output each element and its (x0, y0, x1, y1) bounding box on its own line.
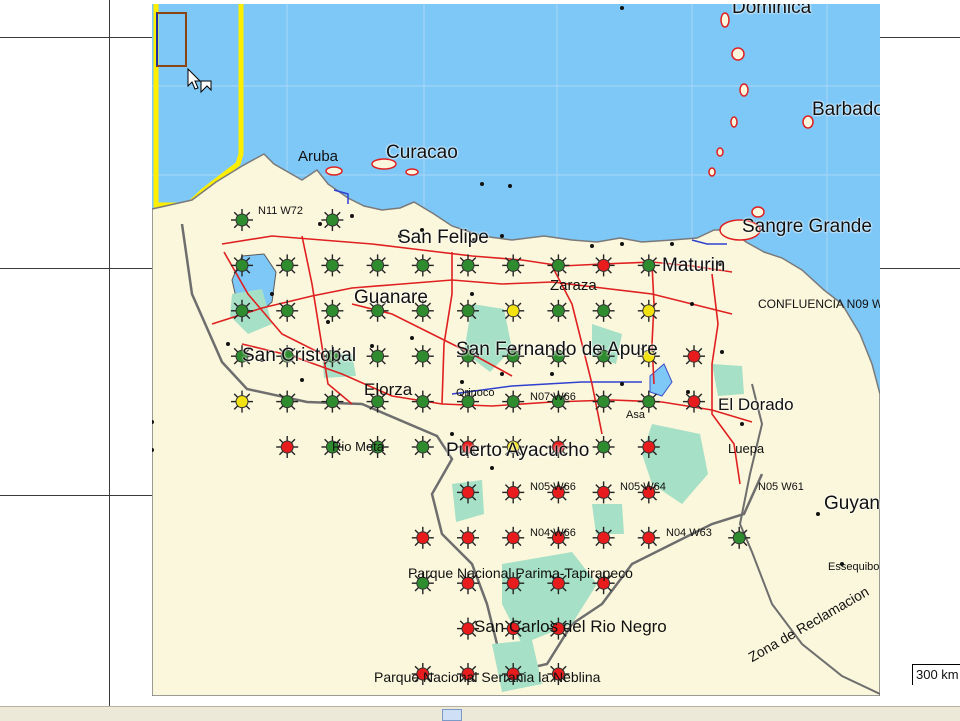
map-label: El Dorado (718, 395, 794, 414)
map-label: Guyana (824, 493, 880, 514)
map-label: Guanare (354, 287, 428, 308)
gps-map-application: Dominica Barbados Aruba Curacao Sangre G… (0, 0, 960, 721)
grid-line (0, 268, 152, 269)
confluence-marker[interactable] (502, 481, 525, 504)
confluence-marker[interactable] (321, 209, 344, 231)
map-label: N04 W66 (530, 527, 576, 539)
map-label: N07 W66 (530, 391, 576, 403)
confluence-marker[interactable] (637, 254, 660, 277)
confluence-marker[interactable] (547, 299, 570, 322)
map-label: San Carlos del Rio Negro (474, 617, 667, 636)
zoom-selection-box[interactable] (156, 12, 187, 67)
confluence-marker[interactable] (728, 526, 751, 549)
map-label: Curacao (386, 142, 458, 163)
confluence-marker[interactable] (231, 209, 253, 231)
map-label: Rio Meta (332, 439, 385, 454)
confluence-marker[interactable] (276, 299, 299, 322)
grid-line (0, 37, 152, 38)
confluence-marker[interactable] (502, 254, 525, 277)
confluence-marker[interactable] (276, 254, 299, 277)
map-label: Elorza (364, 380, 413, 399)
map-label: Aruba (298, 148, 339, 165)
map-label: N05 W64 (620, 481, 666, 493)
confluence-marker[interactable] (637, 526, 660, 549)
confluence-marker[interactable] (683, 390, 705, 413)
confluence-marker[interactable] (411, 345, 434, 368)
confluence-marker[interactable] (276, 390, 299, 413)
scrollbar-thumb[interactable] (442, 709, 462, 721)
confluence-marker[interactable] (411, 436, 434, 458)
grid-line (109, 0, 110, 706)
confluence-marker[interactable] (592, 299, 615, 322)
map-label: Luepa (728, 441, 765, 456)
confluence-marker[interactable] (683, 345, 705, 368)
confluence-marker[interactable] (502, 299, 525, 322)
map-label: Maturin (662, 255, 726, 276)
map-label: Barbados (812, 99, 880, 120)
map-label: N04 W63 (666, 527, 712, 539)
map-label: Zaraza (550, 277, 597, 294)
map-label: Puerto Ayacucho (446, 440, 590, 461)
map-label: Parque Nacional Serrania la Neblina (374, 669, 601, 685)
confluence-marker[interactable] (637, 436, 660, 458)
map-label: Parque Nacional Parima-Tapirapeco (408, 565, 633, 581)
map-label: San Felipe (398, 227, 489, 248)
confluence-marker[interactable] (321, 299, 344, 322)
map-label: Sangre Grande (742, 216, 872, 237)
map-label: CONFLUENCIA N09 W61 (758, 297, 880, 311)
confluence-marker[interactable] (457, 481, 479, 504)
confluence-marker[interactable] (276, 436, 299, 458)
map-label: San Cristobal (242, 345, 357, 366)
confluence-marker[interactable] (592, 436, 615, 458)
confluence-marker[interactable] (592, 254, 615, 277)
confluence-marker[interactable] (592, 481, 615, 504)
confluence-marker[interactable] (547, 254, 570, 277)
map-label: N05 W66 (530, 481, 576, 493)
scale-label: 300 km (916, 667, 959, 682)
horizontal-scrollbar[interactable] (0, 706, 960, 721)
confluence-marker[interactable] (457, 254, 479, 277)
confluence-marker[interactable] (231, 254, 253, 277)
confluence-marker[interactable] (411, 390, 434, 413)
map-label: Asa (626, 409, 645, 421)
confluence-marker[interactable] (231, 299, 253, 322)
map-label: San Fernando de Apure (456, 339, 658, 360)
map-canvas[interactable]: Dominica Barbados Aruba Curacao Sangre G… (152, 4, 880, 696)
confluence-marker[interactable] (637, 299, 660, 322)
confluence-marker[interactable] (411, 254, 434, 277)
confluence-marker[interactable] (231, 390, 253, 413)
confluence-marker[interactable] (321, 254, 344, 277)
map-label: Essequibo (828, 561, 880, 573)
confluence-marker[interactable] (592, 526, 615, 549)
confluence-marker[interactable] (592, 390, 615, 413)
map-label: Orinoco (456, 387, 495, 399)
grid-line (0, 495, 152, 496)
confluence-marker[interactable] (411, 526, 434, 549)
confluence-marker[interactable] (366, 345, 389, 368)
map-label: N11 W72 (258, 205, 304, 217)
cursor-icon (187, 68, 212, 94)
grid-line (880, 37, 960, 38)
confluence-marker[interactable] (321, 390, 344, 413)
confluence-marker[interactable] (457, 299, 479, 322)
grid-line (880, 268, 960, 269)
confluence-marker[interactable] (502, 390, 525, 413)
confluence-marker[interactable] (502, 526, 525, 549)
caribbean-islands (325, 12, 814, 241)
confluence-marker[interactable] (366, 254, 389, 277)
map-label: N05 W61 (758, 481, 804, 493)
confluence-marker[interactable] (457, 526, 479, 549)
map-label: Dominica (732, 4, 812, 18)
